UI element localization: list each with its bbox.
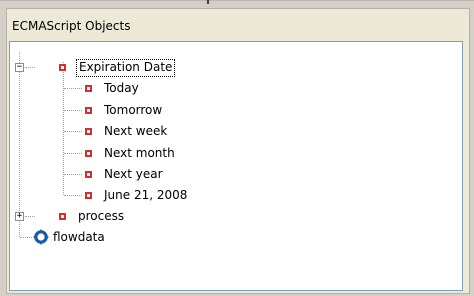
tree-node-next-week[interactable]: Next week: [102, 123, 169, 139]
tree-connector: [25, 216, 35, 217]
process-expand-toggle[interactable]: +: [15, 212, 24, 221]
tree-connector: [25, 67, 35, 68]
object-tree[interactable]: − Expiration Date Today Tomorrow Next we…: [9, 41, 463, 291]
tree-connector: [64, 153, 82, 154]
tree-connector: [20, 237, 32, 238]
tree-connector: [64, 110, 82, 111]
tree-connector: [64, 174, 82, 175]
panel-title: ECMAScript Objects: [12, 19, 131, 33]
object-node-icon: [85, 128, 92, 135]
object-node-icon: [85, 171, 92, 178]
tree-node-flowdata[interactable]: flowdata: [51, 229, 107, 245]
object-node-icon: [85, 192, 92, 199]
tree-root-line: [19, 52, 20, 237]
object-node-icon: [85, 150, 92, 157]
tree-node-next-month[interactable]: Next month: [102, 145, 177, 161]
tree-node-june-21-2008[interactable]: June 21, 2008: [102, 187, 189, 203]
tree-node-next-year[interactable]: Next year: [102, 166, 165, 182]
tree-node-expiration-date[interactable]: Expiration Date: [76, 59, 176, 77]
object-node-icon: [85, 107, 92, 114]
object-node-icon: [85, 85, 92, 92]
object-node-icon: [59, 64, 66, 71]
tree-connector: [64, 195, 82, 196]
tree-connector: [64, 88, 82, 89]
object-node-icon: [59, 213, 66, 220]
ecmascript-objects-panel: ECMAScript Objects − Expiration Date Tod…: [6, 8, 470, 294]
top-divider: [0, 0, 474, 1]
tree-node-today[interactable]: Today: [102, 80, 141, 96]
flowdata-icon: [33, 229, 49, 245]
tree-node-process[interactable]: process: [76, 208, 126, 224]
expiration-collapse-toggle[interactable]: −: [15, 63, 24, 72]
tree-children-line: [63, 62, 64, 195]
tree-node-tomorrow[interactable]: Tomorrow: [102, 102, 164, 118]
top-mark: [207, 0, 209, 4]
top-strip: [0, 0, 474, 8]
tree-connector: [64, 131, 82, 132]
